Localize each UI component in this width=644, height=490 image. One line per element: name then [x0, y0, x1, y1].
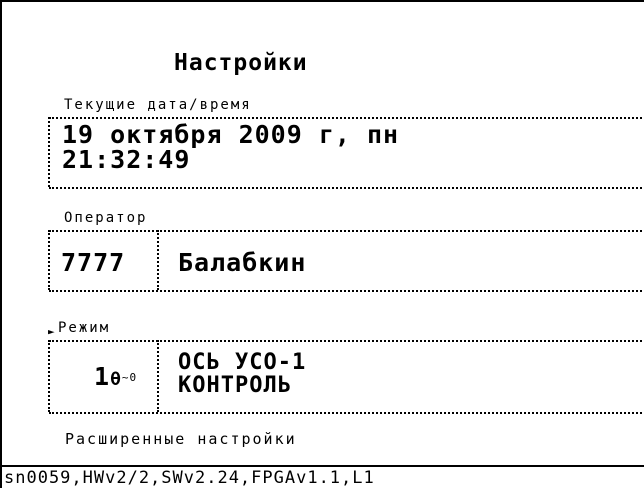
operator-group-divider — [157, 230, 159, 290]
current-date[interactable]: 19 октября 2009 г, пн — [62, 122, 399, 147]
mode-line-1[interactable]: ОСЬ УСО-1 — [178, 352, 306, 374]
mode-number[interactable]: 1θ~0 — [94, 362, 138, 392]
datetime-group-label: Текущие дата/время — [64, 97, 252, 113]
mode-number-value: 1 — [94, 362, 111, 391]
device-screen: Настройки Текущие дата/время 19 октября … — [0, 0, 644, 490]
mode-group-top-border — [49, 340, 644, 342]
mode-symbol-sub: ~0 — [121, 371, 138, 384]
datetime-group-top-border — [49, 117, 644, 119]
operator-name[interactable]: Балабкин — [178, 250, 306, 275]
current-time[interactable]: 21:32:49 — [62, 147, 190, 172]
mode-group-label: Режим — [58, 320, 111, 336]
mode-group-bottom-border — [49, 412, 644, 414]
datetime-group-bottom-border — [49, 187, 644, 189]
datetime-group-left-border — [48, 117, 50, 187]
operator-group-top-border — [49, 230, 644, 232]
operator-group-label: Оператор — [64, 210, 148, 226]
advanced-settings-item[interactable]: Расширенные настройки — [65, 430, 297, 448]
operator-group-bottom-border — [49, 290, 644, 292]
mode-theta-icon: θ — [110, 369, 122, 390]
operator-group-left-border — [48, 230, 50, 290]
selection-marker-icon: ► — [48, 325, 55, 338]
mode-group-left-border — [48, 340, 50, 412]
mode-group-divider — [157, 340, 159, 412]
operator-id[interactable]: 7777 — [61, 250, 125, 275]
page-title: Настройки — [174, 50, 308, 76]
status-bar: sn0059,HWv2/2,SWv2.24,FPGAv1.1,L1 — [2, 465, 644, 490]
mode-line-2[interactable]: КОНТРОЛЬ — [178, 375, 292, 397]
